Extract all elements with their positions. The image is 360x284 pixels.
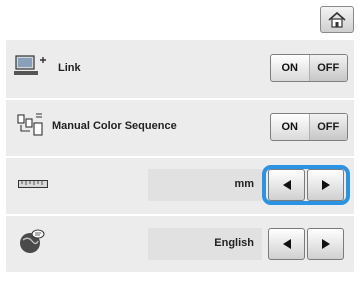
settings-screen: Link ON OFF Manual Color Sequence ON OFF… bbox=[0, 0, 360, 284]
arrow-left-icon bbox=[282, 180, 291, 190]
arrow-right-icon bbox=[321, 239, 330, 249]
link-off-button[interactable]: OFF bbox=[308, 55, 347, 81]
language-next-button[interactable] bbox=[307, 228, 344, 260]
setting-row-unit: mm bbox=[6, 156, 354, 214]
unit-arrows bbox=[268, 169, 344, 201]
manual-color-off-button[interactable]: OFF bbox=[308, 114, 347, 140]
manual-color-on-button[interactable]: ON bbox=[271, 114, 309, 140]
manual-color-toggle[interactable]: ON OFF bbox=[270, 113, 348, 141]
link-on-button[interactable]: ON bbox=[271, 55, 309, 81]
setting-row-manual-color: Manual Color Sequence ON OFF bbox=[6, 98, 354, 156]
setting-row-language: English bbox=[6, 214, 354, 272]
setting-row-link: Link ON OFF bbox=[6, 40, 354, 98]
unit-next-button[interactable] bbox=[307, 169, 344, 201]
link-toggle[interactable]: ON OFF bbox=[270, 54, 348, 82]
link-label: Link bbox=[58, 62, 81, 74]
color-sequence-icon bbox=[17, 113, 43, 136]
unit-prev-button[interactable] bbox=[268, 169, 305, 201]
home-button[interactable] bbox=[320, 6, 354, 33]
language-value-box: English bbox=[148, 228, 262, 260]
unit-value: mm bbox=[234, 178, 254, 190]
globe-icon bbox=[20, 229, 45, 253]
arrow-left-icon bbox=[282, 239, 291, 249]
arrow-right-icon bbox=[321, 180, 330, 190]
home-icon bbox=[328, 11, 346, 28]
manual-color-label: Manual Color Sequence bbox=[52, 120, 177, 132]
language-arrows bbox=[268, 228, 344, 260]
unit-value-box: mm bbox=[148, 169, 262, 201]
language-prev-button[interactable] bbox=[268, 228, 305, 260]
computer-link-icon bbox=[14, 55, 46, 75]
ruler-icon bbox=[18, 180, 48, 188]
language-value: English bbox=[214, 237, 254, 249]
